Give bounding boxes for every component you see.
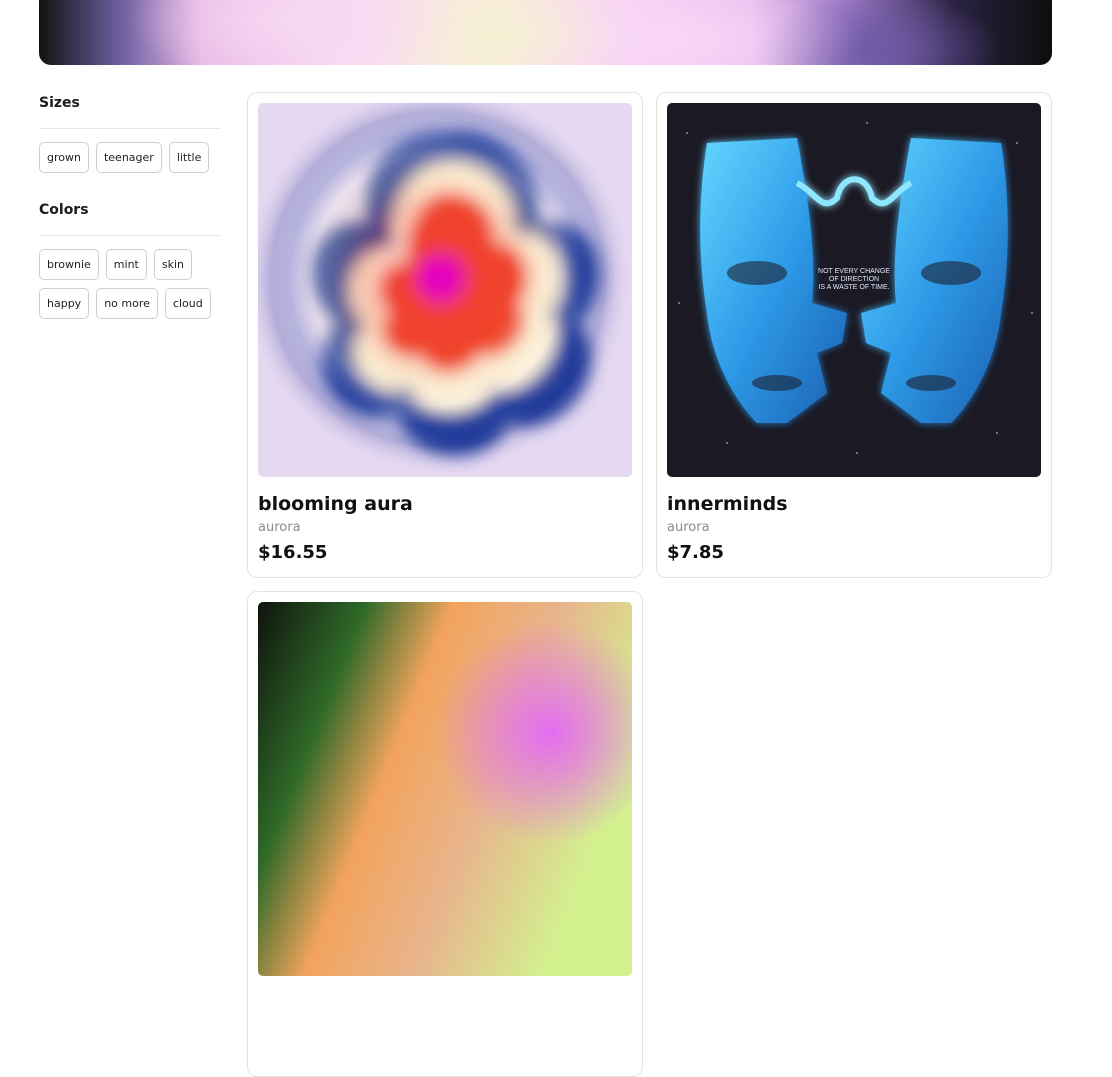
product-brand: aurora xyxy=(667,520,710,535)
divider xyxy=(39,128,220,129)
color-chip-no-more[interactable]: no more xyxy=(96,288,158,319)
product-card[interactable] xyxy=(247,591,643,1077)
colors-filter-group: Colors brownie mint skin happy no more c… xyxy=(39,199,220,319)
product-image-gradient[interactable] xyxy=(258,602,632,976)
product-card[interactable]: blooming aura aurora $16.55 xyxy=(247,92,643,578)
product-title[interactable]: innerminds xyxy=(667,493,1041,515)
image-caption-line-2: OF DIRECTION xyxy=(829,276,879,283)
size-chip-little[interactable]: little xyxy=(168,142,210,173)
product-price: $7.85 xyxy=(667,542,724,563)
sizes-filter-group: Sizes grown teenager little xyxy=(39,92,220,173)
product-title[interactable]: blooming aura xyxy=(258,493,632,515)
product-price: $16.55 xyxy=(258,542,328,563)
product-image-innerminds[interactable]: NOT EVERY CHANGE OF DIRECTION IS A WASTE… xyxy=(667,103,1041,477)
color-chip-brownie[interactable]: brownie xyxy=(39,249,99,280)
color-chip-cloud[interactable]: cloud xyxy=(164,288,211,319)
colors-chip-list: brownie mint skin happy no more cloud xyxy=(39,249,220,319)
product-image-blooming-aura[interactable] xyxy=(258,103,632,477)
image-caption-line-1: NOT EVERY CHANGE xyxy=(818,268,890,275)
size-chip-grown[interactable]: grown xyxy=(39,142,89,173)
hero-banner xyxy=(39,0,1052,65)
image-caption-line-3: IS A WASTE OF TIME. xyxy=(818,284,889,291)
product-card[interactable]: NOT EVERY CHANGE OF DIRECTION IS A WASTE… xyxy=(656,92,1052,578)
product-grid: blooming aura aurora $16.55 NOT EVERY CH… xyxy=(247,92,1053,1077)
sizes-chip-list: grown teenager little xyxy=(39,142,220,173)
divider xyxy=(39,235,220,236)
color-chip-happy[interactable]: happy xyxy=(39,288,90,319)
colors-filter-title: Colors xyxy=(39,202,89,218)
sizes-filter-title: Sizes xyxy=(39,95,80,111)
product-brand: aurora xyxy=(258,520,301,535)
size-chip-teenager[interactable]: teenager xyxy=(95,142,162,173)
color-chip-skin[interactable]: skin xyxy=(153,249,192,280)
color-chip-mint[interactable]: mint xyxy=(105,249,147,280)
filter-sidebar: Sizes grown teenager little Colors brown… xyxy=(39,92,220,319)
